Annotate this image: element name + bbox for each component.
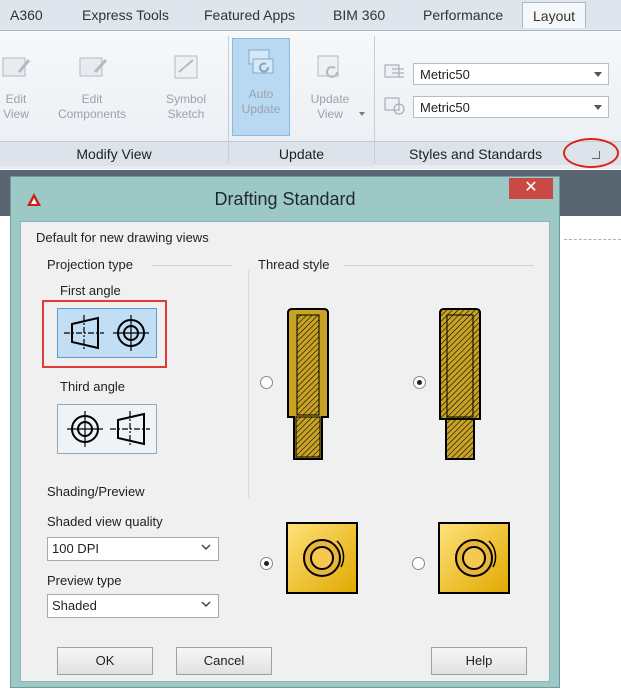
thread-style-1-icon bbox=[287, 308, 329, 460]
tab-layout[interactable]: Layout bbox=[522, 2, 587, 28]
auto-update-label-2: Update bbox=[241, 102, 281, 116]
chevron-down-icon bbox=[594, 105, 602, 110]
dialog-title: Drafting Standard bbox=[214, 189, 356, 209]
projection-type-label: Projection type bbox=[47, 257, 133, 272]
edit-components-icon bbox=[79, 57, 108, 77]
update-view-icon bbox=[317, 55, 339, 78]
ok-button[interactable]: OK bbox=[57, 647, 153, 675]
drawing-area-dashed-line bbox=[564, 239, 621, 240]
shaded-view-quality-value: 100 DPI bbox=[52, 541, 99, 556]
tab-featured-apps[interactable]: Featured Apps bbox=[204, 7, 295, 23]
shaded-view-quality-label: Shaded view quality bbox=[47, 514, 163, 529]
tab-performance[interactable]: Performance bbox=[423, 7, 503, 23]
shaded-preview-1-icon bbox=[286, 522, 358, 594]
edit-view-button[interactable]: Edit View bbox=[0, 50, 36, 122]
tab-express-tools[interactable]: Express Tools bbox=[82, 7, 169, 23]
thread-style-2-icon bbox=[439, 308, 481, 460]
section-heading: Default for new drawing views bbox=[36, 230, 209, 245]
update-view-label-2: View bbox=[317, 107, 343, 121]
standard-style-icon bbox=[384, 64, 404, 78]
third-angle-projection-icon bbox=[67, 411, 150, 447]
shaded-view-quality-select[interactable]: 100 DPI bbox=[47, 537, 219, 561]
edit-view-label-2: View bbox=[3, 107, 29, 121]
auto-update-button[interactable]: Auto Update bbox=[232, 38, 290, 136]
thread-style-label: Thread style bbox=[258, 257, 330, 272]
object-style-combo[interactable]: Metric50 bbox=[413, 96, 609, 118]
edit-components-label-2: Components bbox=[57, 107, 127, 121]
update-panel-title: Update bbox=[229, 141, 374, 166]
symbol-sketch-button[interactable]: Symbol Sketch bbox=[158, 50, 214, 122]
object-style-combo-value: Metric50 bbox=[420, 100, 470, 115]
shaded-preview-2-icon bbox=[438, 522, 510, 594]
symbol-sketch-icon bbox=[174, 55, 198, 79]
tab-bim-360[interactable]: BIM 360 bbox=[333, 7, 385, 23]
divider bbox=[248, 270, 249, 498]
chevron-down-icon bbox=[201, 544, 211, 551]
auto-update-icon bbox=[248, 49, 274, 74]
standard-combo-value: Metric50 bbox=[420, 67, 470, 82]
edit-view-icon bbox=[2, 57, 31, 77]
edit-components-button[interactable]: Edit Components bbox=[50, 50, 134, 122]
cancel-button[interactable]: Cancel bbox=[176, 647, 272, 675]
third-angle-button[interactable] bbox=[57, 404, 157, 454]
chevron-down-icon bbox=[594, 72, 602, 77]
preview-type-select[interactable]: Shaded bbox=[47, 594, 219, 618]
edit-view-label-1: Edit bbox=[5, 92, 27, 106]
chevron-down-icon bbox=[201, 601, 211, 608]
auto-update-label-1: Auto bbox=[248, 87, 274, 101]
thread-style-radio-1[interactable] bbox=[260, 376, 273, 389]
close-button[interactable]: ✕ bbox=[509, 178, 553, 199]
shading-preview-label: Shading/Preview bbox=[47, 484, 145, 499]
update-view-button[interactable]: Update View bbox=[296, 50, 364, 122]
symbol-sketch-label-1: Symbol bbox=[165, 92, 206, 106]
shading-radio-2[interactable] bbox=[412, 557, 425, 570]
preview-type-value: Shaded bbox=[52, 598, 97, 613]
launcher-highlight-circle bbox=[563, 138, 619, 168]
preview-type-label: Preview type bbox=[47, 573, 122, 588]
object-style-icon bbox=[384, 97, 405, 115]
shading-radio-1[interactable] bbox=[260, 557, 273, 570]
first-angle-label: First angle bbox=[60, 283, 121, 298]
divider bbox=[152, 265, 232, 266]
update-view-label-1: Update bbox=[310, 92, 350, 106]
divider bbox=[344, 265, 534, 266]
thread-style-radio-2[interactable] bbox=[413, 376, 426, 389]
help-button[interactable]: Help bbox=[431, 647, 527, 675]
modify-view-panel-title: Modify View bbox=[0, 141, 228, 166]
dialog-titlebar[interactable]: Drafting Standard ✕ bbox=[11, 177, 559, 221]
tab-a360[interactable]: A360 bbox=[10, 7, 43, 23]
standard-combo[interactable]: Metric50 bbox=[413, 63, 609, 85]
ribbon-tab-bar: A360 Express Tools Featured Apps BIM 360… bbox=[0, 0, 621, 31]
first-angle-highlight-frame bbox=[42, 300, 167, 368]
third-angle-label: Third angle bbox=[60, 379, 126, 394]
close-icon: ✕ bbox=[524, 179, 538, 196]
update-view-dropdown-arrow[interactable] bbox=[359, 112, 365, 116]
symbol-sketch-label-2: Sketch bbox=[167, 107, 205, 121]
edit-components-label-1: Edit bbox=[81, 92, 103, 106]
